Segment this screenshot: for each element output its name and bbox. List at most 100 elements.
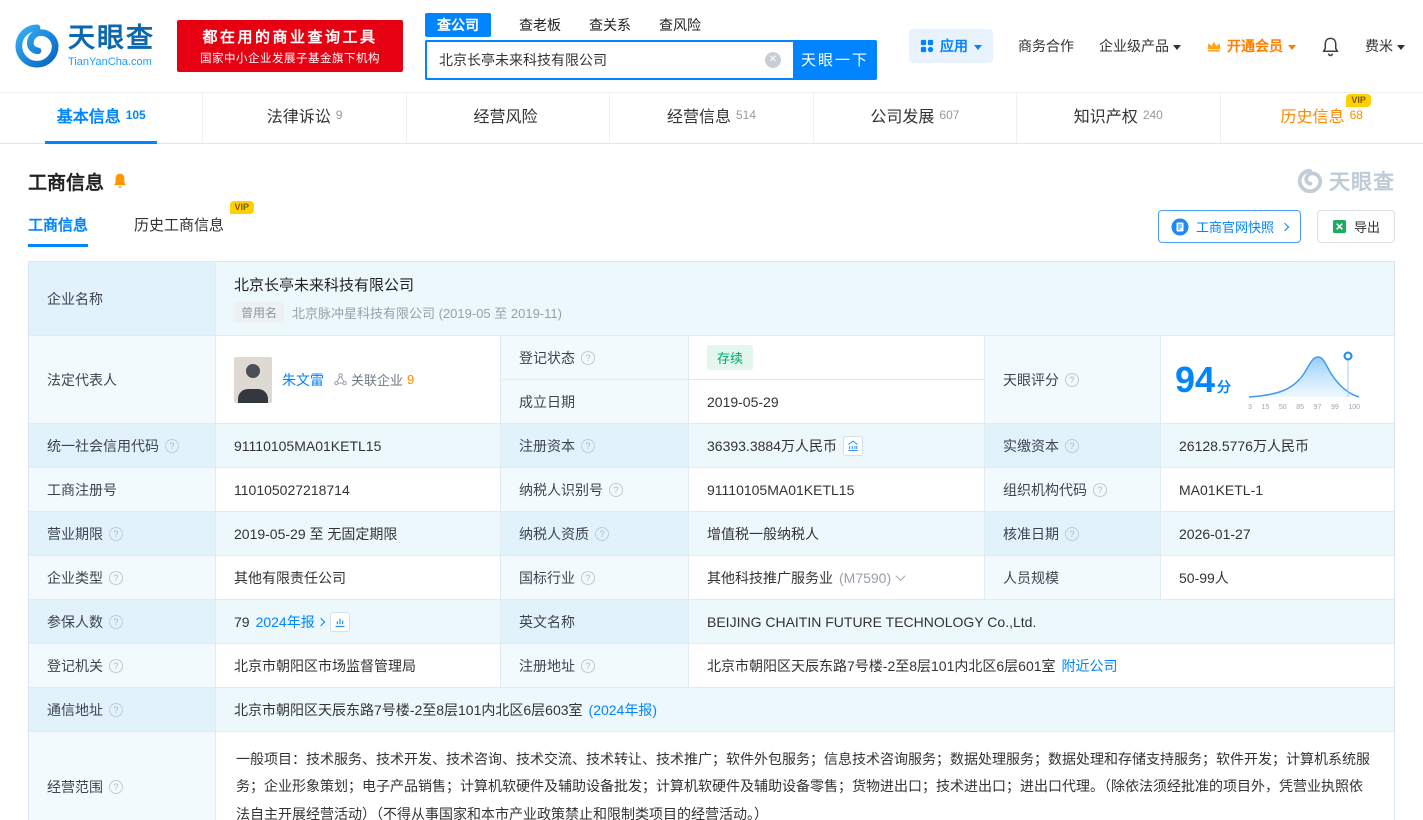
company-nav-tabs: 基本信息 105 法律诉讼 9 经营风险 经营信息 514 公司发展 607 知… <box>0 92 1423 144</box>
business-cooperation-link[interactable]: 商务合作 <box>1018 36 1074 56</box>
insured-trend-icon[interactable] <box>329 611 350 632</box>
company-name: 北京长亭未来科技有限公司 <box>234 277 415 294</box>
field-value-staff-size: 50-99人 <box>1161 556 1394 600</box>
field-label-reg-capital: 注册资本 <box>501 424 689 468</box>
search-tabs: 查公司 查老板 查关系 查风险 <box>425 12 877 37</box>
field-value-mail-address: 北京市朝阳区天辰东路7号楼-2至8层101内北区6层603室 (2024年报) <box>216 688 1394 732</box>
section-actions: 工商官网快照 导出 <box>1157 210 1395 243</box>
field-value-reg-address: 北京市朝阳区天辰东路7号楼-2至8层101内北区6层601室 附近公司 <box>689 644 1394 688</box>
help-icon[interactable] <box>581 350 595 365</box>
field-value-tax-id: 91110105MA01KETL15 <box>689 468 985 512</box>
subtab-history-business-info[interactable]: 历史工商信息 VIP <box>134 201 255 247</box>
field-label-reg-no: 工商注册号 <box>29 468 216 512</box>
nearby-companies-link[interactable]: 附近公司 <box>1062 656 1118 676</box>
field-value-legal-rep: 朱文雷 关联企业 9 <box>216 336 501 424</box>
legal-rep-link[interactable]: 朱文雷 <box>282 370 324 390</box>
field-value-score: 94 分 3 15 50 85 97 99 100 <box>1161 336 1394 424</box>
status-badge: 存续 <box>707 345 754 370</box>
tab-operation-info[interactable]: 经营信息 514 <box>609 93 812 143</box>
annual-report-link[interactable]: 2024年报 <box>256 612 325 632</box>
help-icon[interactable] <box>1065 438 1079 453</box>
score-distribution-chart: 3 15 50 85 97 99 100 <box>1245 349 1363 411</box>
tab-legal-litigation[interactable]: 法律诉讼 9 <box>202 93 405 143</box>
help-icon[interactable] <box>109 570 123 585</box>
tab-basic-info[interactable]: 基本信息 105 <box>0 93 202 143</box>
field-value-reg-status: 存续 <box>689 336 985 380</box>
score-axis-labels: 3 15 50 85 97 99 100 <box>1248 403 1360 411</box>
help-icon[interactable] <box>109 779 123 794</box>
excel-export-icon <box>1332 219 1347 234</box>
tab-history-info[interactable]: 历史信息 68 VIP <box>1219 93 1423 143</box>
help-icon[interactable] <box>1093 482 1107 497</box>
field-value-scope: 一般项目：技术服务、技术开发、技术咨询、技术交流、技术转让、技术推广；软件外包服… <box>216 732 1394 820</box>
apps-menu[interactable]: 应用 <box>909 29 993 63</box>
subscribe-bell-icon[interactable] <box>112 172 128 190</box>
field-value-company-type: 其他有限责任公司 <box>216 556 501 600</box>
tab-operation-risk[interactable]: 经营风险 <box>405 93 609 143</box>
search-tab-risk[interactable]: 查风险 <box>659 15 701 35</box>
field-value-reg-capital: 36393.3884万人民币 <box>689 424 985 468</box>
field-label-tax-quality: 纳税人资质 <box>501 512 689 556</box>
chevron-right-icon <box>316 617 325 626</box>
field-value-term: 2019-05-29 至 无固定期限 <box>216 512 501 556</box>
tianyancha-logo[interactable]: 天眼查 TianYanCha.com <box>14 23 155 69</box>
vip-label: 开通会员 <box>1227 38 1283 54</box>
field-label-paid-capital: 实缴资本 <box>985 424 1161 468</box>
chevron-down-icon <box>1288 44 1296 50</box>
official-snapshot-button[interactable]: 工商官网快照 <box>1157 210 1301 243</box>
search-button[interactable]: 天眼一下 <box>793 39 877 80</box>
watermark-swirl-icon <box>1297 168 1323 194</box>
help-icon[interactable] <box>581 570 595 585</box>
help-icon[interactable] <box>609 482 623 497</box>
search-tab-company[interactable]: 查公司 <box>425 12 491 37</box>
search-input[interactable] <box>425 39 793 80</box>
legal-rep-avatar[interactable] <box>234 356 272 403</box>
cooperation-label: 商务合作 <box>1018 38 1074 54</box>
watermark-logo: 天眼查 <box>1297 166 1395 196</box>
field-label-legal-rep: 法定代表人 <box>29 336 216 424</box>
vip-upgrade-link[interactable]: 开通会员 <box>1206 36 1296 56</box>
field-value-insured: 79 2024年报 <box>216 600 501 644</box>
field-label-est-date: 成立日期 <box>501 380 689 424</box>
clear-icon[interactable]: ✕ <box>765 51 781 68</box>
tab-intellectual-property[interactable]: 知识产权 240 <box>1016 93 1219 143</box>
former-name-tag: 曾用名 <box>234 302 285 323</box>
help-icon[interactable] <box>1065 372 1079 387</box>
export-button[interactable]: 导出 <box>1316 210 1395 243</box>
help-icon[interactable] <box>581 438 595 453</box>
help-icon[interactable] <box>595 526 609 541</box>
help-icon[interactable] <box>1065 526 1079 541</box>
section-header: 工商信息 天眼查 <box>28 166 1395 196</box>
field-label-authority: 登记机关 <box>29 644 216 688</box>
page: 天眼查 TianYanCha.com 都在用的商业查询工具 国家中小企业发展子基… <box>0 0 1423 820</box>
search-tab-relation[interactable]: 查关系 <box>589 15 631 35</box>
help-icon[interactable] <box>109 614 123 629</box>
field-label-industry: 国标行业 <box>501 556 689 600</box>
field-label-approval-date: 核准日期 <box>985 512 1161 556</box>
help-icon[interactable] <box>581 658 595 673</box>
help-icon[interactable] <box>109 658 123 673</box>
help-icon[interactable] <box>109 526 123 541</box>
notification-bell[interactable] <box>1321 36 1340 57</box>
related-count: 9 <box>407 372 415 387</box>
apps-label: 应用 <box>940 38 968 54</box>
subtab-business-info[interactable]: 工商信息 <box>28 206 89 247</box>
user-menu[interactable]: 费米 <box>1365 36 1405 56</box>
search-tab-boss[interactable]: 查老板 <box>519 15 561 35</box>
capital-structure-icon[interactable] <box>842 435 863 456</box>
enterprise-product-menu[interactable]: 企业级产品 <box>1099 36 1181 56</box>
banner-line1: 都在用的商业查询工具 <box>202 29 378 46</box>
field-label-reg-address: 注册地址 <box>501 644 689 688</box>
related-companies-link[interactable]: 关联企业 9 <box>334 370 414 389</box>
tab-company-development[interactable]: 公司发展 607 <box>812 93 1016 143</box>
field-label-scope: 经营范围 <box>29 732 216 820</box>
chevron-down-icon[interactable] <box>895 571 906 582</box>
chevron-down-icon <box>1173 44 1181 50</box>
help-icon[interactable] <box>165 438 179 453</box>
help-icon[interactable] <box>109 702 123 717</box>
search-area: 查公司 查老板 查关系 查风险 ✕ 天眼一下 <box>425 12 877 80</box>
field-value-english-name: BEIJING CHAITIN FUTURE TECHNOLOGY Co.,Lt… <box>689 600 1394 644</box>
annual-report-link[interactable]: (2024年报) <box>589 700 657 720</box>
banner-line2: 国家中小企业发展子基金旗下机构 <box>200 53 380 65</box>
enterprise-label: 企业级产品 <box>1099 38 1169 54</box>
